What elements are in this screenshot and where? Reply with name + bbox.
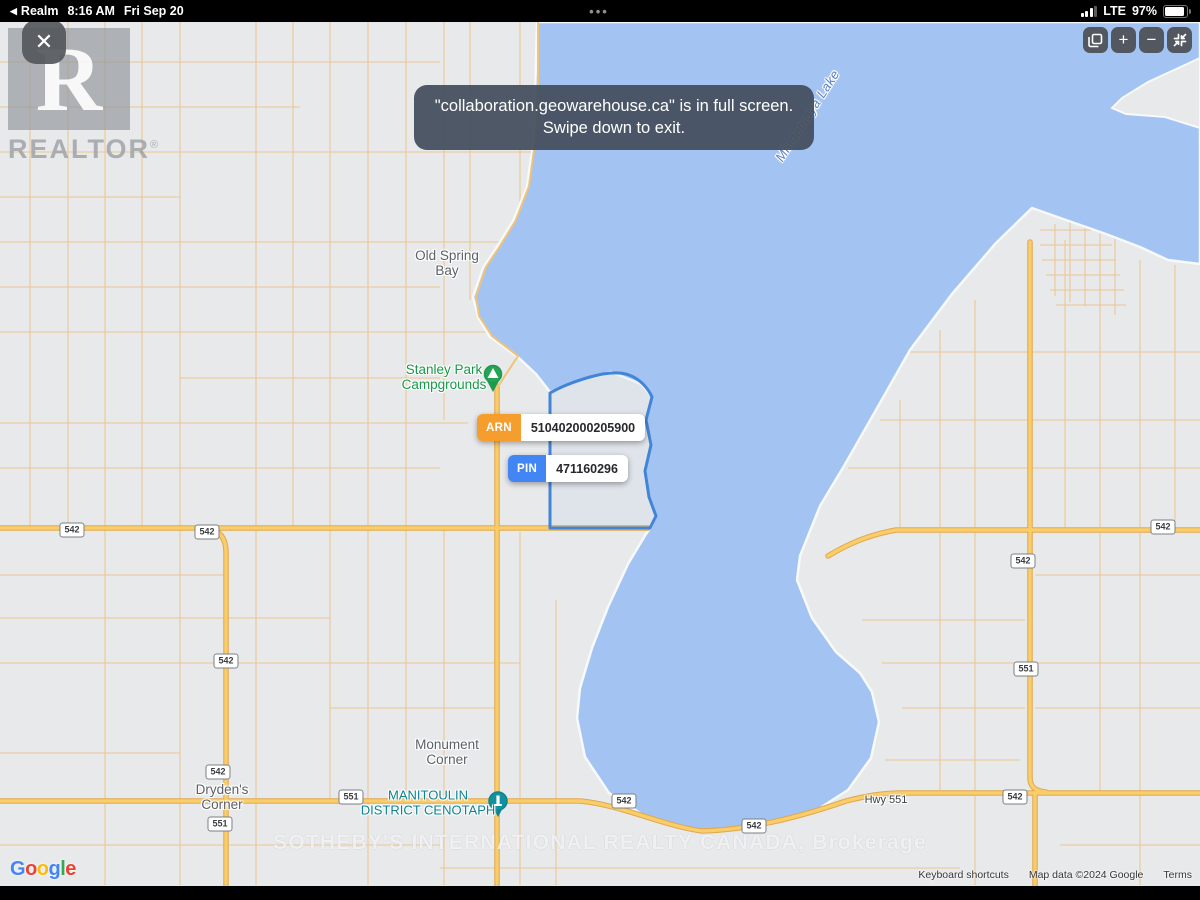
close-button[interactable]: ✕: [22, 20, 66, 64]
place-label-old-spring-bay: Old Spring Bay: [415, 247, 479, 278]
road-shield: 551: [1013, 661, 1039, 677]
close-icon: ✕: [34, 29, 54, 54]
exit-fullscreen-button[interactable]: [1167, 27, 1192, 53]
bottom-bezel: [0, 886, 1200, 900]
arn-marker[interactable]: ARN 510402000205900: [477, 414, 646, 441]
road-shield: 542: [59, 522, 85, 538]
place-label-stanley-park: Stanley Park Campgrounds: [401, 361, 487, 392]
network-type: LTE: [1103, 4, 1126, 18]
battery-percent: 97%: [1131, 4, 1157, 18]
zoom-out-button[interactable]: −: [1139, 27, 1164, 53]
arn-badge: ARN: [477, 414, 521, 441]
google-logo[interactable]: Google: [10, 858, 76, 881]
screen: Old Spring Bay Stanley Park Campgrounds …: [0, 0, 1200, 900]
pin-value: 471160296: [546, 455, 628, 482]
copy-icon: [1088, 33, 1103, 47]
plus-icon: +: [1118, 30, 1129, 49]
minus-icon: −: [1146, 30, 1157, 49]
status-bar: ◀ Realm 8:16 AM Fri Sep 20 ••• LTE 97%: [0, 0, 1200, 22]
road-label-hwy-551: Hwy 551: [864, 793, 908, 806]
clock: 8:16 AM: [67, 4, 115, 18]
map-data-text: Map data ©2024 Google: [1028, 869, 1144, 881]
brokerage-watermark: SOTHEBY'S INTERNATIONAL REALTY CANADA, B…: [273, 831, 927, 854]
date: Fri Sep 20: [123, 4, 184, 18]
registered-mark-icon: ®: [150, 139, 161, 151]
road-shield: 542: [213, 653, 239, 669]
road-shield: 542: [1002, 789, 1028, 805]
road-shield: 542: [1010, 553, 1036, 569]
fullscreen-toast: "collaboration.geowarehouse.ca" is in fu…: [414, 85, 814, 150]
place-label-monument-corner: Monument Corner: [415, 736, 479, 767]
toast-line-2: Swipe down to exit.: [542, 119, 686, 138]
terms-link[interactable]: Terms: [1163, 869, 1192, 881]
copy-layers-button[interactable]: [1083, 27, 1108, 53]
compress-icon: [1173, 33, 1186, 47]
back-app-name[interactable]: Realm: [21, 4, 59, 18]
status-dots: •••: [589, 3, 609, 19]
arn-value: 510402000205900: [520, 414, 646, 441]
map-controls: + −: [1083, 27, 1192, 53]
road-shield: 542: [611, 793, 637, 809]
realtor-wordmark: REALTOR®: [8, 134, 161, 164]
map-attribution: Keyboard shortcuts Map data ©2024 Google…: [918, 869, 1192, 881]
battery-icon: [1163, 4, 1191, 18]
road-shield: 542: [194, 524, 220, 540]
place-label-cenotaph: MANITOULIN DISTRICT CENOTAPH: [360, 787, 496, 817]
road-shield: 551: [338, 789, 364, 805]
signal-strength-icon: [1080, 5, 1098, 17]
pin-badge: PIN: [508, 455, 547, 482]
road-shield: 542: [205, 764, 231, 780]
toast-line-1: "collaboration.geowarehouse.ca" is in fu…: [434, 97, 794, 115]
back-to-app-icon[interactable]: ◀: [10, 6, 17, 17]
pin-marker[interactable]: PIN 471160296: [508, 455, 628, 482]
keyboard-shortcuts-link[interactable]: Keyboard shortcuts: [918, 869, 1008, 881]
property-boundary[interactable]: [548, 371, 658, 530]
status-left: ◀ Realm 8:16 AM Fri Sep 20: [0, 4, 390, 18]
road-shield: 551: [207, 816, 233, 832]
road-shield: 542: [1150, 519, 1176, 535]
place-label-drydens-corner: Dryden's Corner: [195, 781, 249, 812]
zoom-in-button[interactable]: +: [1111, 27, 1136, 53]
status-right: LTE 97%: [808, 4, 1200, 18]
